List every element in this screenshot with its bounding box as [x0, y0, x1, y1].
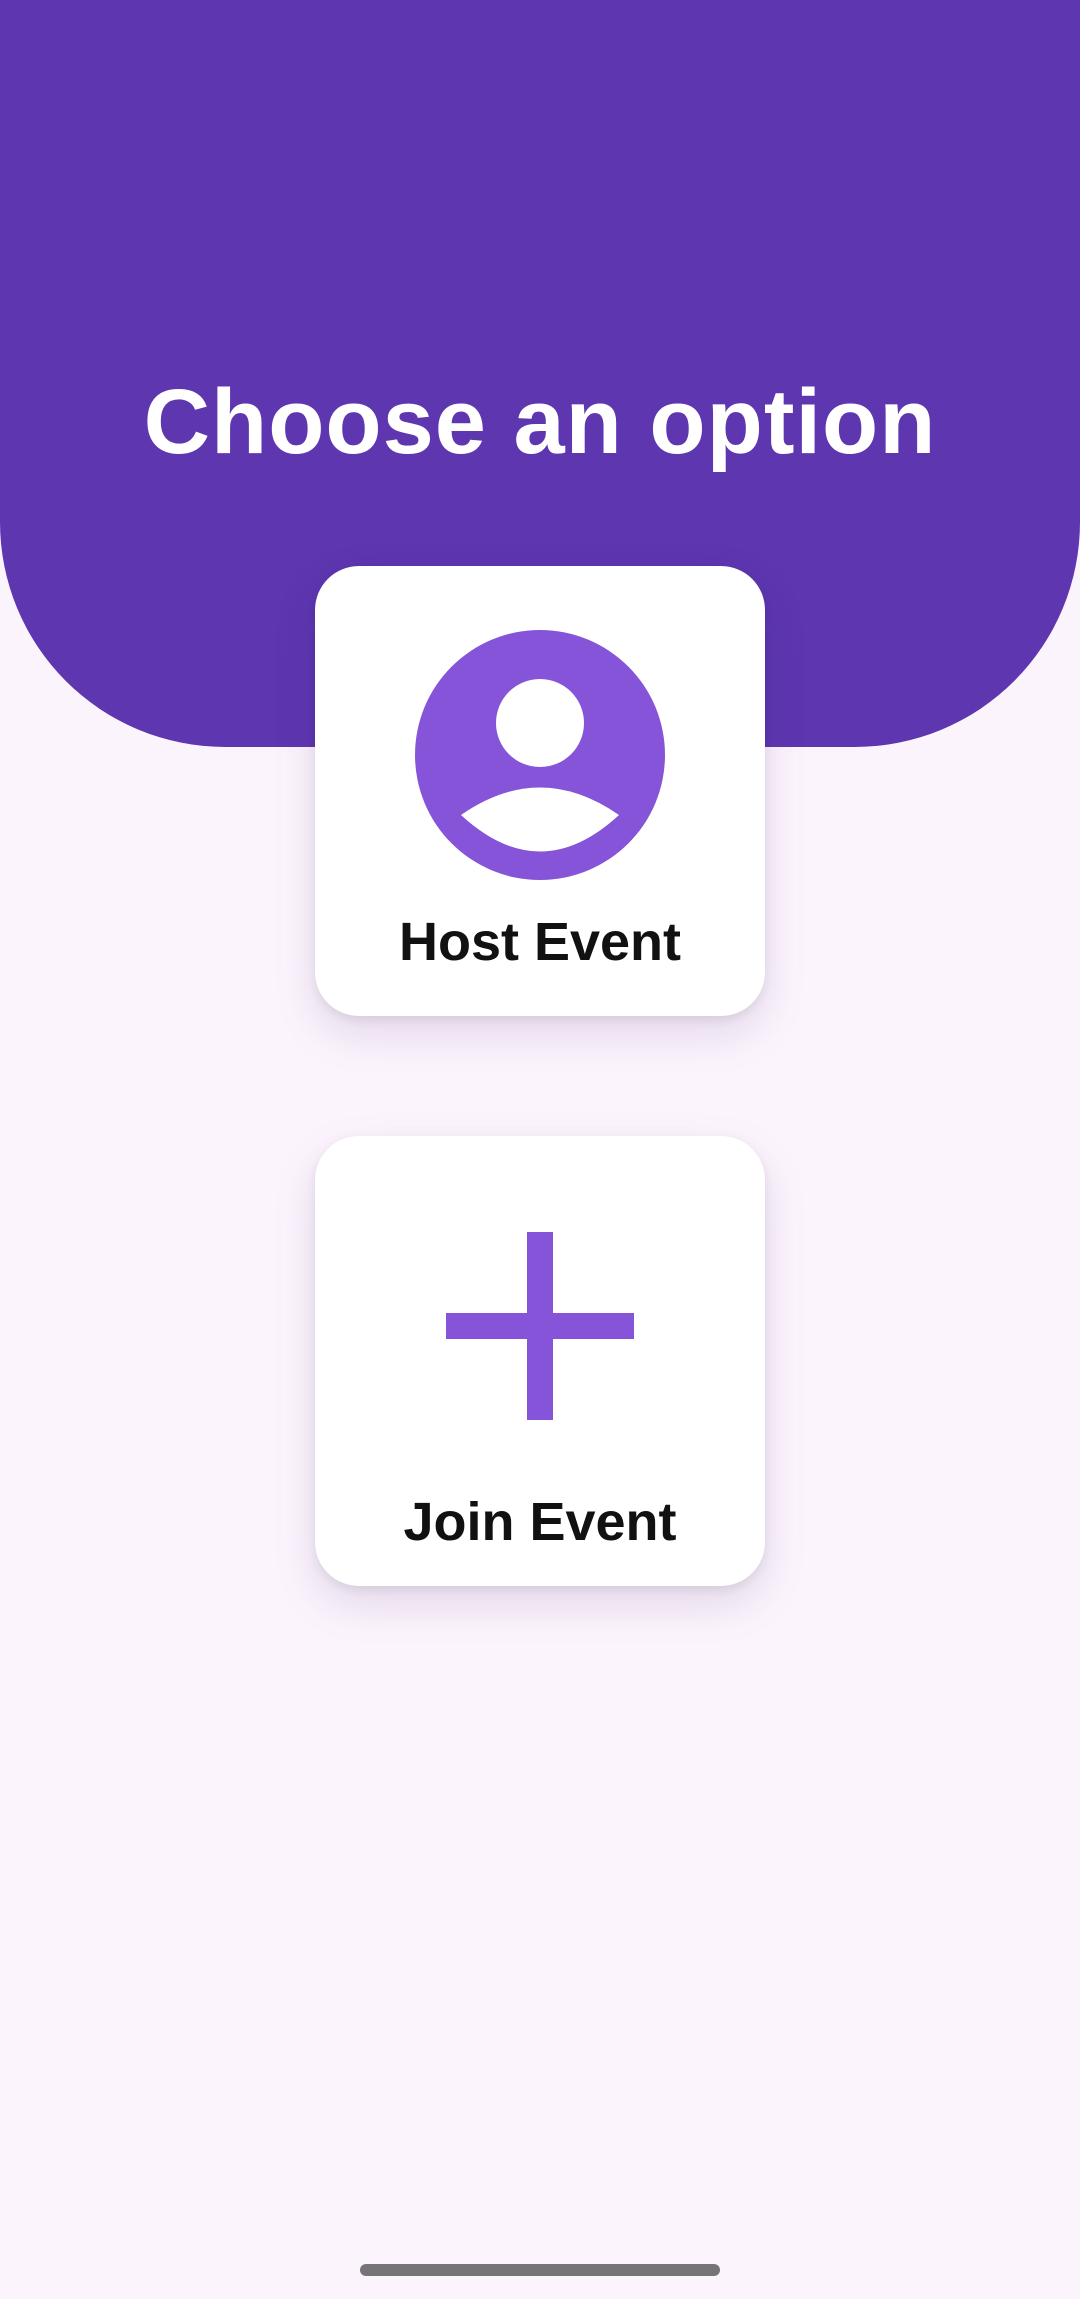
page-title: Choose an option: [143, 371, 937, 473]
join-event-label: Join Event: [403, 1492, 677, 1552]
join-event-button[interactable]: Join Event: [315, 1136, 765, 1586]
account-circle-icon: [415, 630, 665, 880]
host-event-label: Host Event: [398, 912, 682, 972]
host-event-button[interactable]: Host Event: [315, 566, 765, 1016]
home-indicator[interactable]: [360, 2264, 720, 2276]
plus-icon: [446, 1232, 634, 1420]
